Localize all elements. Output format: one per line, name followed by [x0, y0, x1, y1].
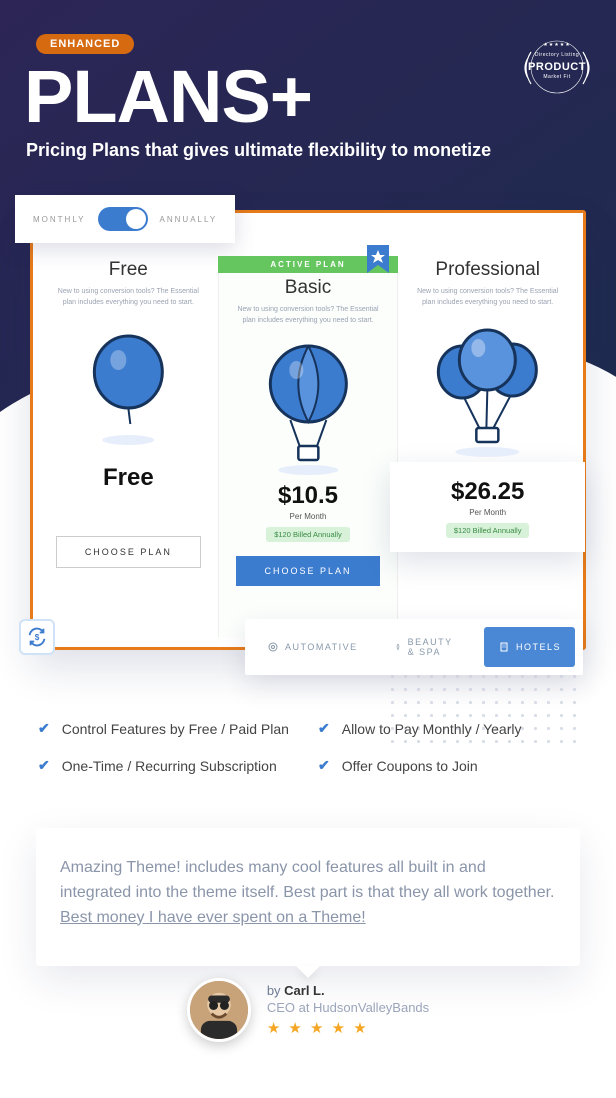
- plan-name: Basic: [229, 277, 388, 299]
- choose-plan-button[interactable]: CHOOSE PLAN: [56, 536, 201, 568]
- pricing-showcase: MONTHLY ANNUALLY Free New to using conve…: [30, 210, 586, 650]
- plan-name: Free: [49, 259, 208, 281]
- seal-mid: PRODUCT: [518, 61, 596, 73]
- tab-label: AUTOMATIVE: [285, 642, 358, 652]
- plan-name: Professional: [408, 259, 567, 281]
- avatar: [187, 978, 251, 1042]
- check-icon: ✔: [38, 757, 50, 774]
- tab-label: BEAUTY & SPA: [408, 637, 462, 657]
- choose-plan-button[interactable]: CHOOSE PLAN: [236, 556, 379, 586]
- feature-label: One-Time / Recurring Subscription: [62, 758, 277, 774]
- plan-per: Per Month: [398, 508, 577, 517]
- feature-item: ✔ One-Time / Recurring Subscription: [38, 757, 308, 774]
- refresh-button[interactable]: $: [19, 619, 55, 655]
- hero-title: PLANS+: [24, 60, 590, 134]
- check-icon: ✔: [38, 720, 50, 737]
- plan-billed: $120 Billed Annually: [446, 523, 530, 538]
- plan-free: Free New to using conversion tools? The …: [39, 259, 218, 637]
- svg-text:$: $: [35, 633, 40, 642]
- check-icon: ✔: [318, 720, 330, 737]
- feature-item: ✔ Control Features by Free / Paid Plan: [38, 720, 308, 737]
- seal-bot: Market Fit: [518, 74, 596, 80]
- balloons-icon: [408, 312, 567, 462]
- author-meta: by Carl L. CEO at HudsonValleyBands ★ ★ …: [267, 983, 429, 1037]
- hot-air-balloon-icon: [229, 330, 388, 480]
- badge-enhanced: ENHANCED: [36, 34, 134, 54]
- plan-desc: New to using conversion tools? The Essen…: [229, 305, 388, 326]
- tab-hotels[interactable]: HOTELS: [484, 627, 575, 667]
- gear-icon: [267, 641, 279, 653]
- testimonial-card: Amazing Theme! includes many cool featur…: [36, 828, 580, 966]
- plan-price: $26.25: [398, 478, 577, 506]
- plan-basic: ACTIVE PLAN Basic New to using conversio…: [218, 259, 399, 637]
- feature-item: ✔ Offer Coupons to Join: [318, 757, 588, 774]
- building-icon: [498, 641, 510, 653]
- product-seal: ★★★★★ Directory Listing PRODUCT Market F…: [518, 28, 596, 106]
- plan-price: $10.5: [229, 482, 388, 510]
- feature-label: Allow to Pay Monthly / Yearly: [342, 721, 522, 737]
- balloon-icon: [49, 312, 208, 462]
- plan-price: Free: [49, 464, 208, 492]
- billing-toggle[interactable]: [98, 207, 148, 231]
- rating-stars: ★ ★ ★ ★ ★: [267, 1019, 429, 1037]
- feature-item: ✔ Allow to Pay Monthly / Yearly: [318, 720, 588, 737]
- author-role: CEO at HudsonValleyBands: [267, 1000, 429, 1015]
- bookmark-icon: [367, 245, 389, 279]
- features-list: ✔ Control Features by Free / Paid Plan ✔ A…: [38, 720, 588, 774]
- plan-desc: New to using conversion tools? The Essen…: [49, 287, 208, 308]
- testimonial-author: by Carl L. CEO at HudsonValleyBands ★ ★ …: [0, 978, 616, 1042]
- billing-toggle-card: MONTHLY ANNUALLY: [15, 195, 235, 243]
- testimonial-highlight: Best money I have ever spent on a Theme!: [60, 909, 366, 926]
- toggle-annually-label: ANNUALLY: [160, 215, 218, 224]
- speech-arrow-icon: [296, 966, 320, 978]
- plan-per: Per Month: [229, 512, 388, 521]
- seal-stars: ★★★★★: [518, 42, 596, 48]
- author-name: by Carl L.: [267, 983, 429, 998]
- plan-billed: $120 Billed Annually: [266, 527, 350, 542]
- refresh-icon: $: [26, 626, 48, 648]
- category-tabs: AUTOMATIVE BEAUTY & SPA HOTELS: [245, 619, 583, 675]
- seal-top: Directory Listing: [518, 52, 596, 58]
- feature-label: Control Features by Free / Paid Plan: [62, 721, 289, 737]
- check-icon: ✔: [318, 757, 330, 774]
- tab-label: HOTELS: [516, 642, 561, 652]
- tab-automative[interactable]: AUTOMATIVE: [253, 627, 372, 667]
- feature-label: Offer Coupons to Join: [342, 758, 478, 774]
- tab-beauty[interactable]: BEAUTY & SPA: [380, 627, 476, 667]
- hero-subtitle: Pricing Plans that gives ultimate flexib…: [26, 140, 590, 161]
- toggle-monthly-label: MONTHLY: [33, 215, 86, 224]
- plan-desc: New to using conversion tools? The Essen…: [408, 287, 567, 308]
- plan-professional: Professional New to using conversion too…: [398, 259, 577, 637]
- testimonial-text: Amazing Theme! includes many cool featur…: [60, 856, 556, 930]
- testimonial-body: Amazing Theme! includes many cool featur…: [60, 859, 555, 901]
- spa-icon: [394, 641, 402, 653]
